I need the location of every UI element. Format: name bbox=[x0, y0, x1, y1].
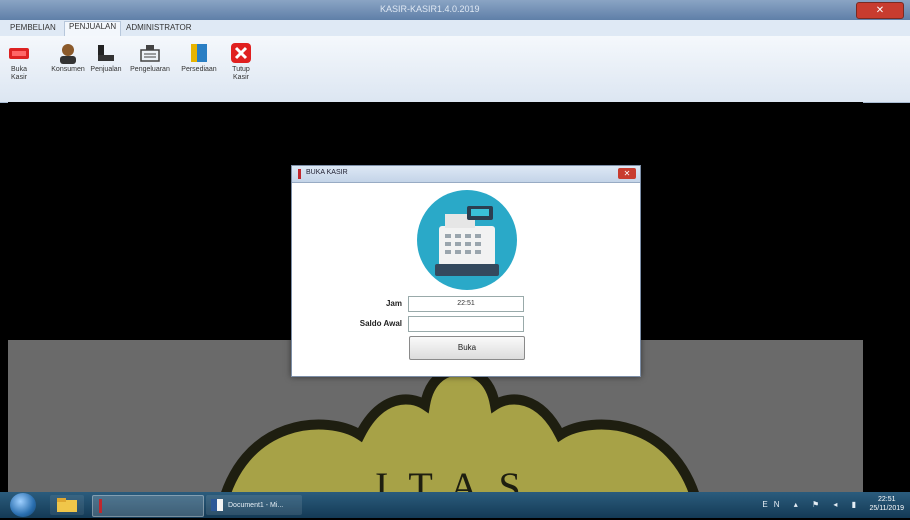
clock[interactable]: 22:51 25/11/2019 bbox=[869, 495, 904, 513]
inventory-icon bbox=[191, 44, 207, 62]
time-row: Jam 22:51 bbox=[332, 296, 592, 314]
ribbon-toolbar: Buka Kasir Konsumen Penjualan Pengeluara… bbox=[0, 36, 910, 103]
open-register-icon bbox=[9, 48, 29, 59]
open-register-button[interactable]: Buka Kasir bbox=[4, 40, 34, 96]
tab-pembelian[interactable]: PEMBELIAN bbox=[6, 23, 60, 32]
window-title-bar: KASIR-KASIR1.4.0.2019 ✕ bbox=[0, 0, 910, 20]
ribbon-label: Buka Kasir bbox=[11, 66, 27, 81]
explorer-icon bbox=[57, 498, 77, 512]
watermark-crest: ITAS bbox=[214, 364, 706, 515]
time-label: Jam bbox=[385, 299, 402, 308]
sales-button[interactable]: Penjualan bbox=[86, 40, 126, 96]
taskbar-app[interactable] bbox=[92, 495, 204, 517]
initial-balance-label: Saldo Awal bbox=[359, 319, 402, 328]
taskbar-word-label: Document1 - Mi... bbox=[228, 502, 284, 509]
tab-penjualan[interactable]: PENJUALAN bbox=[64, 21, 122, 36]
taskbar-explorer[interactable] bbox=[50, 495, 84, 515]
cash-register-icon bbox=[417, 190, 517, 290]
taskbar-word[interactable]: Document1 - Mi... bbox=[206, 495, 302, 515]
system-tray[interactable]: EN ▴ ⚑ ◂ ▮ bbox=[762, 500, 862, 509]
dialog-title-bar: BUKA KASIR ✕ bbox=[292, 166, 640, 183]
expense-icon bbox=[140, 45, 160, 62]
close-register-icon bbox=[231, 43, 251, 63]
tray-icons: ▴ ⚑ ◂ ▮ bbox=[793, 500, 862, 509]
dialog-close-button[interactable]: ✕ bbox=[618, 168, 636, 179]
ribbon-label: Penjualan bbox=[90, 66, 122, 73]
dialog-title: BUKA KASIR bbox=[306, 169, 348, 176]
initial-balance-field[interactable] bbox=[408, 316, 524, 332]
language-indicator[interactable]: EN bbox=[762, 500, 785, 509]
ribbon-label: Tutup Kasir bbox=[232, 66, 250, 81]
start-button[interactable] bbox=[10, 493, 36, 517]
sales-icon bbox=[98, 45, 114, 61]
app-icon bbox=[99, 499, 102, 513]
tab-administrator[interactable]: ADMINISTRATOR bbox=[122, 23, 195, 32]
clock-time: 22:51 bbox=[877, 496, 896, 503]
open-register-dialog: BUKA KASIR ✕ Jam 22:51 Saldo Awal Buka bbox=[291, 165, 641, 377]
open-button[interactable]: Buka bbox=[409, 336, 525, 360]
ribbon-label: Pengeluaran bbox=[130, 66, 170, 73]
close-register-button[interactable]: Tutup Kasir bbox=[224, 40, 258, 96]
expense-button[interactable]: Pengeluaran bbox=[128, 40, 172, 96]
taskbar: Document1 - Mi... EN ▴ ⚑ ◂ ▮ 22:51 25/11… bbox=[0, 492, 910, 518]
menu-bar: PEMBELIAN PENJUALAN ADMINISTRATOR bbox=[0, 20, 910, 37]
window-controls[interactable]: ✕ bbox=[856, 2, 904, 19]
customer-button[interactable]: Konsumen bbox=[48, 40, 88, 96]
customer-icon bbox=[60, 44, 76, 64]
window-title: KASIR-KASIR1.4.0.2019 bbox=[380, 4, 480, 14]
inventory-button[interactable]: Persediaan bbox=[178, 40, 220, 96]
time-field[interactable]: 22:51 bbox=[408, 296, 524, 312]
ribbon-label: Konsumen bbox=[51, 66, 85, 73]
clock-date: 25/11/2019 bbox=[869, 505, 904, 512]
initial-balance-row: Saldo Awal bbox=[332, 316, 592, 334]
ribbon-label: Persediaan bbox=[181, 66, 217, 73]
app-icon bbox=[298, 169, 301, 179]
word-icon bbox=[211, 499, 223, 511]
